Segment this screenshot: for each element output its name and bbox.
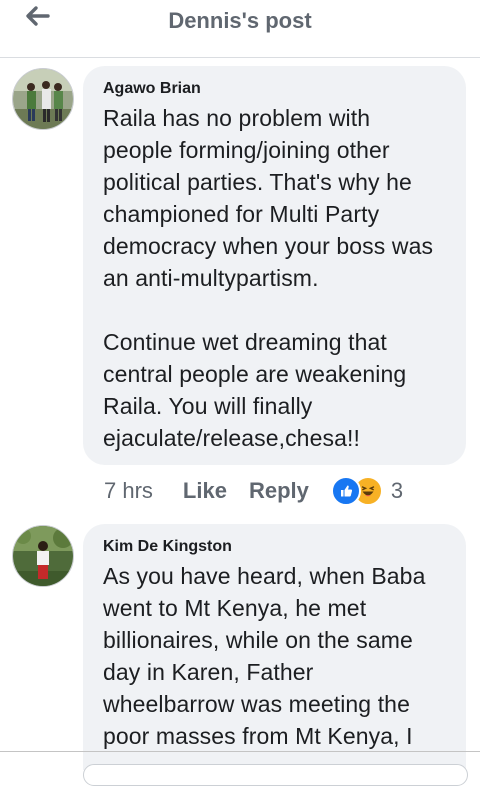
like-button[interactable]: Like (183, 478, 227, 504)
avatar[interactable] (12, 68, 74, 130)
comment-author[interactable]: Agawo Brian (103, 80, 446, 98)
reaction-count: 3 (390, 478, 404, 503)
avatar[interactable] (12, 525, 74, 587)
like-icon (330, 476, 361, 506)
reactions-summary[interactable]: 3 (330, 476, 404, 506)
comment-timestamp[interactable]: 7 hrs (104, 478, 153, 504)
comment-text: Raila has no problem with people forming… (103, 105, 434, 451)
comment-author[interactable]: Kim De Kingston (103, 538, 446, 556)
page-title: Dennis's post (168, 8, 312, 33)
comment-bubble: Agawo Brian Raila has no problem with pe… (83, 66, 466, 465)
comment-actions: 7 hrs Like Reply 3 (104, 476, 403, 506)
comment-text: As you have heard, when Baba went to Mt … (103, 563, 426, 749)
comment-bubble: Kim De Kingston As you have heard, when … (83, 524, 466, 770)
top-bar: Dennis's post (0, 0, 480, 58)
divider (0, 751, 480, 752)
reply-button[interactable]: Reply (249, 478, 309, 504)
comment-composer[interactable] (83, 764, 468, 786)
